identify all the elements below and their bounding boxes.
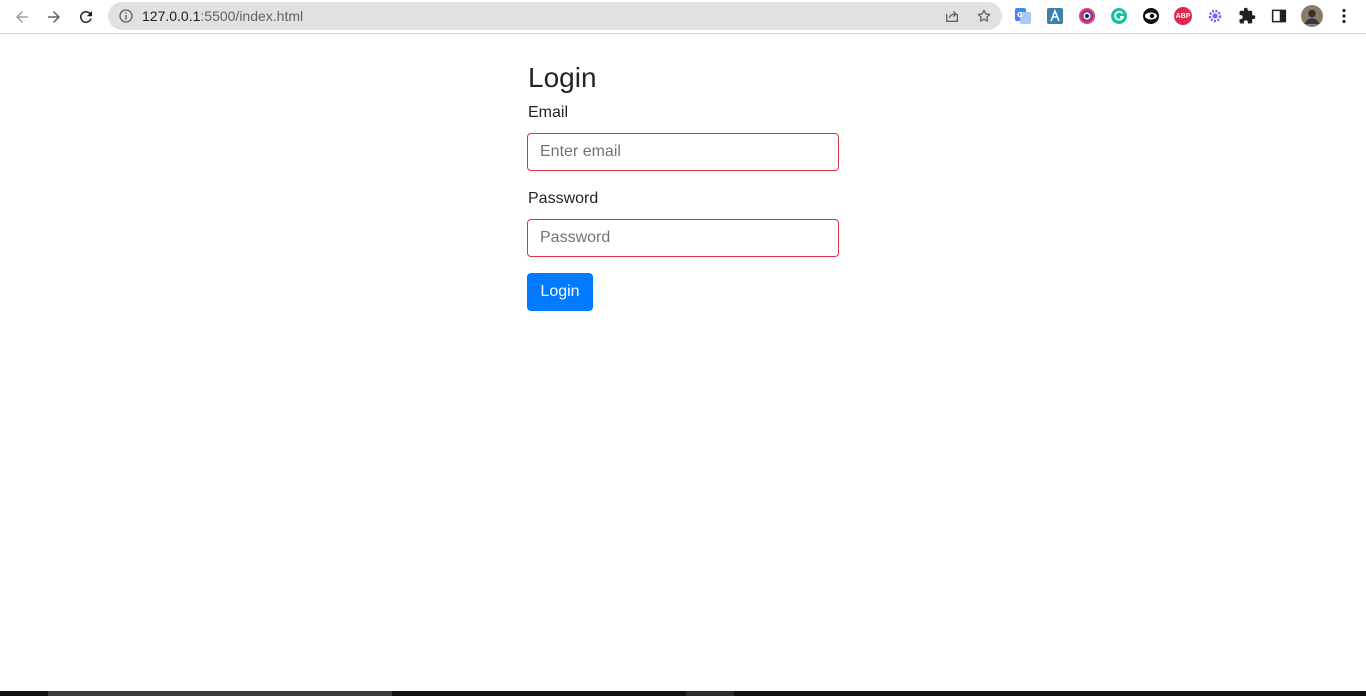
taskbar-item[interactable] (686, 691, 734, 696)
arrow-right-icon (48, 11, 60, 23)
accessibility-extension-icon[interactable] (1046, 7, 1064, 25)
adblock-plus-label: ABP (1175, 12, 1191, 20)
back-button[interactable] (10, 5, 34, 29)
puzzle-extensions-icon[interactable] (1238, 7, 1256, 25)
url-host: 127.0.0.1 (142, 8, 201, 24)
eye-extension-icon[interactable] (1142, 7, 1160, 25)
google-translate-extension-icon[interactable]: G (1014, 7, 1032, 25)
profile-avatar[interactable] (1301, 5, 1323, 27)
browser-toolbar: 127.0.0.1:5500/index.html G ABP (0, 0, 1366, 34)
grammarly-extension-icon[interactable] (1110, 7, 1128, 25)
email-label: Email (528, 104, 569, 121)
reload-button[interactable] (74, 5, 98, 29)
gear-extension-icon[interactable] (1206, 7, 1224, 25)
info-icon[interactable] (118, 8, 134, 24)
arrow-left-icon (16, 11, 28, 23)
adblock-plus-extension-icon[interactable]: ABP (1174, 7, 1192, 25)
forward-button[interactable] (42, 5, 66, 29)
taskbar (0, 691, 1366, 696)
share-icon[interactable] (944, 8, 960, 24)
password-label: Password (528, 190, 599, 207)
reload-icon (79, 10, 92, 23)
side-panel-icon[interactable] (1270, 7, 1288, 25)
taskbar-item[interactable] (48, 691, 392, 696)
address-bar[interactable]: 127.0.0.1:5500/index.html (108, 2, 1002, 30)
color-picker-extension-icon[interactable] (1078, 7, 1096, 25)
password-field[interactable] (527, 219, 839, 257)
url-text[interactable]: 127.0.0.1:5500/index.html (142, 8, 303, 24)
svg-text:G: G (1017, 11, 1023, 19)
page-title: Login (528, 62, 597, 93)
url-path: :5500/index.html (200, 8, 304, 24)
email-field[interactable] (527, 133, 839, 171)
kebab-menu-icon[interactable] (1335, 7, 1353, 25)
star-icon[interactable] (976, 8, 992, 24)
login-button[interactable]: Login (527, 273, 593, 311)
